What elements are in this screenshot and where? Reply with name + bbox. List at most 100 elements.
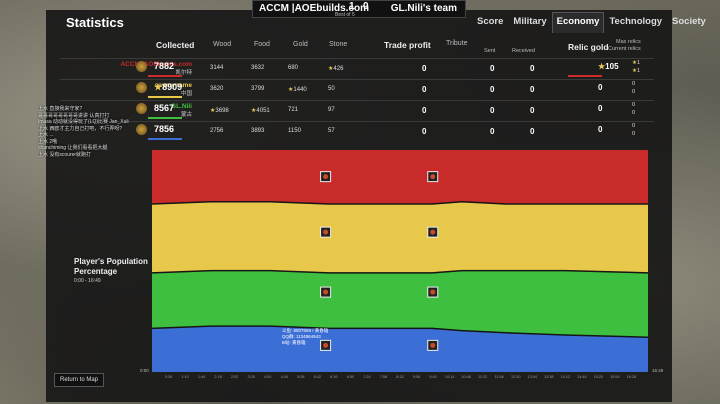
stone-value: 50 xyxy=(328,86,335,92)
tick-label: 8:32 xyxy=(396,375,404,379)
player-civ: 中国 xyxy=(180,91,192,97)
tick-label: 7:24 xyxy=(363,375,371,379)
relic-gold-value: 0 xyxy=(598,125,603,134)
tab-economy[interactable]: Economy xyxy=(551,12,605,33)
stone-value: 97 xyxy=(328,107,335,113)
tribute-received-value: 0 xyxy=(530,127,535,136)
tribute-received-value: 0 xyxy=(530,106,535,115)
tick-label: 1:10 xyxy=(181,375,189,379)
player-color-bar xyxy=(148,117,182,119)
event-marker-dot xyxy=(323,229,329,235)
player-color-bar xyxy=(148,138,182,140)
civ-emblem-icon xyxy=(136,61,147,72)
food-value: 3632 xyxy=(251,65,265,71)
axis-start-label: 0:00 xyxy=(140,368,149,373)
tick-label: 10:14 xyxy=(444,375,455,379)
tick-label: 11:22 xyxy=(478,375,488,379)
trade-profit-value: 0 xyxy=(422,64,427,73)
tick-label: 11:56 xyxy=(494,375,504,379)
wood-value: 3144 xyxy=(210,65,224,71)
relic-bar xyxy=(568,75,602,77)
tick-label: 6:50 xyxy=(346,375,355,379)
player-name: GL.Nili xyxy=(171,103,192,110)
trade-profit-value: 0 xyxy=(422,106,427,115)
tick-label: 13:38 xyxy=(544,375,554,379)
gold-value: 680 xyxy=(288,65,299,71)
tick-label: 12:30 xyxy=(510,375,521,379)
trade-profit-value: 0 xyxy=(422,127,427,136)
event-marker-dot xyxy=(430,174,436,180)
player-color-bar xyxy=(148,96,182,98)
left-team-score: 1 xyxy=(349,1,355,12)
tab-score[interactable]: Score xyxy=(472,12,508,33)
tab-military[interactable]: Military xyxy=(508,12,551,33)
tick-label: 10:48 xyxy=(461,375,471,379)
chart-label: Player's Population Percentage xyxy=(74,257,148,276)
return-to-map-button[interactable]: Return to Map xyxy=(54,373,104,387)
header-received: Received xyxy=(512,48,535,54)
chat-log: 上水 直接我来守家? 哥哥哥哥哥哥哥哥讲讲 认真打打 Imasa 动动就没得玩了(L… xyxy=(38,106,129,158)
tab-society[interactable]: Society xyxy=(667,12,711,33)
tick-label: 3:26 xyxy=(247,375,255,379)
civ-emblem-icon xyxy=(136,124,147,135)
chat-line: 上水 没有scourer就跑打 xyxy=(38,151,92,158)
tick-label: 9:06 xyxy=(412,375,421,379)
current-relics-value: 0 xyxy=(632,89,636,95)
tribute-sent-value: 0 xyxy=(490,85,495,94)
relic-gold-value: 0 xyxy=(598,83,603,92)
tick-label: 16:28 xyxy=(626,375,637,379)
header-trade-profit: Trade profit xyxy=(384,40,431,50)
tribute-received-value: 0 xyxy=(530,64,535,73)
event-marker-dot xyxy=(430,342,436,348)
food-value: ★4051 xyxy=(251,108,270,114)
tick-label: 2:18 xyxy=(214,375,222,379)
header-food: Food xyxy=(254,41,270,48)
relic-gold-value: ★105 xyxy=(598,62,619,71)
event-marker-dot xyxy=(430,229,436,235)
tick-label: 5:08 xyxy=(297,375,305,379)
tick-label: 4:34 xyxy=(280,375,288,379)
tick-label: 6:16 xyxy=(330,375,338,379)
player-color-bar xyxy=(148,75,182,77)
tick-label: 5:42 xyxy=(313,375,322,379)
player-row: saymyname 中国 ★8909 3620 3799 ★1440 50 0 0 0 0 0 0 xyxy=(60,79,654,99)
food-value: 3799 xyxy=(251,86,265,92)
player-row: ACCM_AOEbuilds.com 凯尔特 7882 3144 3632 680 ★426… xyxy=(60,58,654,78)
stats-tabs: Score Military Economy Technology Societ… xyxy=(472,12,711,33)
current-relics-value: ★1 xyxy=(632,68,640,74)
trade-profit-value: 0 xyxy=(422,85,427,94)
tick-label: 14:46 xyxy=(577,375,587,379)
tick-label: 1:44 xyxy=(197,375,206,379)
max-relics-value: ★1 xyxy=(632,60,640,66)
gold-value: 721 xyxy=(288,107,299,113)
gold-value: ★1440 xyxy=(288,87,307,93)
player-civ: 蒙古 xyxy=(180,112,192,118)
food-value: 3893 xyxy=(251,128,265,134)
tab-technology[interactable]: Technology xyxy=(604,12,667,33)
stone-value: 57 xyxy=(328,128,335,134)
player-row: GL.Nili 蒙古 8567 ★3698 ★4051 721 97 0 0 0 0 0 0 xyxy=(60,100,654,120)
max-relics-value: 0 xyxy=(632,81,636,87)
current-relics-value: 0 xyxy=(632,131,636,137)
event-marker-dot xyxy=(430,289,436,295)
tick-label: 4:00 xyxy=(264,375,272,379)
tribute-received-value: 0 xyxy=(530,85,535,94)
gold-value: 1150 xyxy=(288,128,301,134)
collected-value: 8567 xyxy=(154,103,175,113)
best-of-label: Best of 5 xyxy=(335,12,355,18)
stream-overlay-text: 斗鱼: 8807659 / 黄昏雄 QQ群: 1134864943 B站: 黄昏… xyxy=(282,328,328,346)
header-max-relics: Max relics xyxy=(616,39,641,45)
collected-value: ★8909 xyxy=(154,82,183,92)
tick-label: 15:54 xyxy=(610,375,620,379)
header-current-relics: Current relics xyxy=(608,46,641,52)
tick-label: 2:52 xyxy=(230,375,239,379)
event-marker-dot xyxy=(323,174,329,180)
header-stone: Stone xyxy=(329,41,348,48)
civ-emblem-icon xyxy=(136,82,147,93)
stone-value: ★426 xyxy=(328,66,344,72)
collected-value: 7856 xyxy=(154,124,175,134)
population-area-series-2 xyxy=(152,201,648,273)
player-row: 7856 2756 3893 1150 57 0 0 0 0 0 0 xyxy=(60,121,654,141)
time-axis: 0:36 1:10 1:44 2:18 2:52 3:26 4:00 4:34 5:08 5:42… xyxy=(152,375,648,385)
current-relics-value: 0 xyxy=(632,110,636,116)
